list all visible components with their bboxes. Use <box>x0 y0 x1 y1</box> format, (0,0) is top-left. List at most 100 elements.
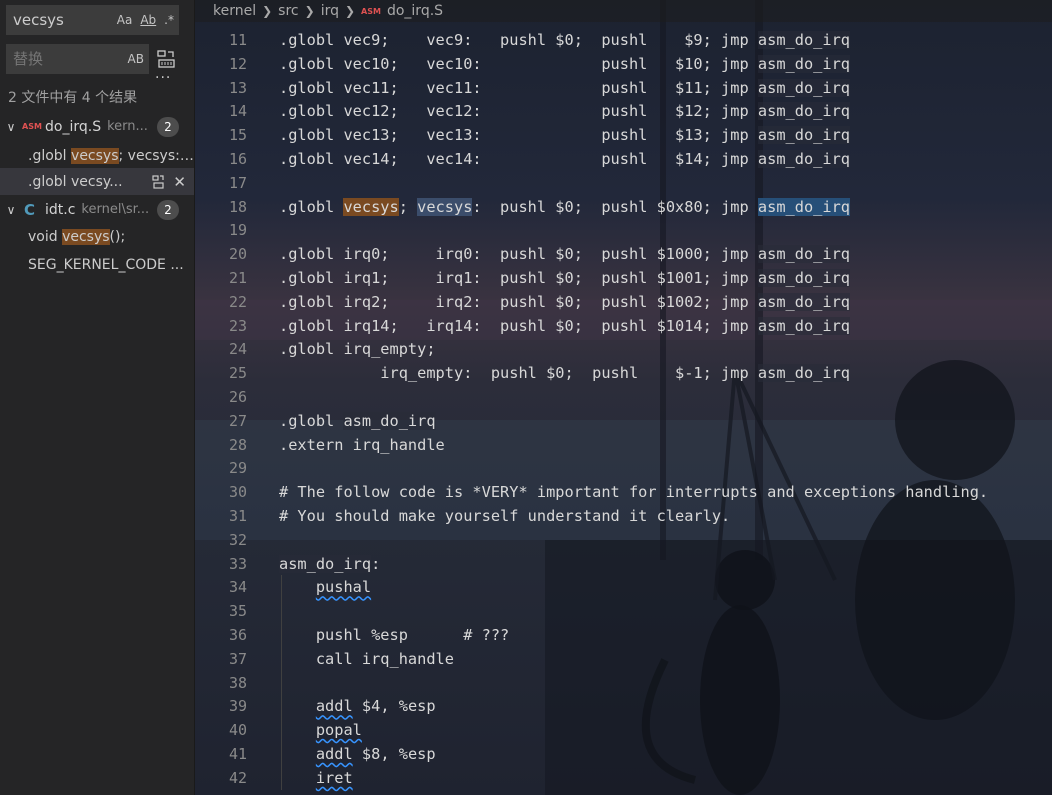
match-preview: void vecsys(); <box>28 228 126 245</box>
result-file-row[interactable]: ∨ ASM do_irq.S kern... 2 <box>0 113 194 140</box>
line-number: 11 <box>228 31 247 49</box>
line-number: 29 <box>228 459 247 478</box>
breadcrumb-file[interactable]: do_irq.S <box>387 3 443 19</box>
code-line[interactable]: pushal <box>279 575 371 599</box>
code-line[interactable]: .globl asm_do_irq <box>279 409 436 433</box>
line-number: 33 <box>228 554 247 573</box>
code-line[interactable]: irq_empty: pushl $0; pushl $-1; jmp asm_… <box>279 361 851 385</box>
match-count-badge: 2 <box>157 199 179 220</box>
asm-file-icon: ASM <box>22 122 42 131</box>
code-line[interactable]: .globl irq_empty; <box>279 337 436 361</box>
line-number: 30 <box>228 483 247 502</box>
asm-file-icon: ASM <box>361 6 381 16</box>
replace-input-box[interactable]: AB <box>6 44 149 74</box>
result-file-path: kernel\sr... <box>81 202 150 217</box>
match-preview: .globl vecsys; vecsys: ... <box>28 147 194 164</box>
more-options-icon[interactable]: ··· <box>155 71 171 85</box>
c-file-icon: C <box>24 200 36 219</box>
line-number: 41 <box>228 745 247 763</box>
code-line[interactable]: .globl vecsys; vecsys: pushl $0; pushl $… <box>279 195 851 219</box>
code-line[interactable]: addl $4, %esp <box>279 694 436 718</box>
line-number: 20 <box>228 245 247 264</box>
line-number: 42 <box>228 768 247 787</box>
preserve-case-toggle[interactable]: AB <box>124 52 148 66</box>
line-number: 14 <box>228 102 247 121</box>
line-number: 32 <box>228 530 247 549</box>
chevron-down-icon[interactable]: ∨ <box>0 120 22 134</box>
result-file-path: kern... <box>107 119 148 134</box>
code-line[interactable]: # You should make yourself understand it… <box>279 504 730 528</box>
line-number: 17 <box>228 173 247 192</box>
code-line[interactable]: .globl irq14; irq14: pushl $0; pushl $10… <box>279 314 851 338</box>
code-line[interactable]: .globl vec14; vec14: pushl $14; jmp asm_… <box>279 147 851 171</box>
match-preview: .globl vecsy... <box>28 173 123 190</box>
line-number: 24 <box>228 340 247 359</box>
line-number: 34 <box>228 578 247 597</box>
replace-all-icon[interactable] <box>155 48 177 70</box>
match-case-toggle[interactable]: Aa <box>113 13 137 27</box>
breadcrumb-item[interactable]: kernel <box>213 3 256 19</box>
line-number: 28 <box>228 435 247 454</box>
code-line[interactable]: .globl vec11; vec11: pushl $11; jmp asm_… <box>279 76 851 100</box>
result-file-name: do_irq.S <box>45 118 102 135</box>
code-line[interactable]: .globl irq0; irq0: pushl $0; pushl $1000… <box>279 242 851 266</box>
line-number: 25 <box>228 364 247 383</box>
breadcrumb-item[interactable]: irq <box>321 3 339 19</box>
result-summary: 2 文件中有 4 个结果 <box>8 90 138 106</box>
replace-match-icon[interactable] <box>151 174 165 190</box>
line-number: 15 <box>228 126 247 145</box>
line-number: 16 <box>228 150 247 168</box>
code-line[interactable]: .extern irq_handle <box>279 433 445 457</box>
line-number: 38 <box>228 673 247 692</box>
code-line[interactable]: iret <box>279 766 353 790</box>
code-line[interactable]: .globl vec13; vec13: pushl $13; jmp asm_… <box>279 123 851 147</box>
code-line[interactable]: popal <box>279 718 362 742</box>
whole-word-toggle[interactable]: Ab <box>136 13 160 27</box>
code-line[interactable]: asm_do_irq: <box>279 552 380 576</box>
line-number: 36 <box>228 626 247 644</box>
code-line[interactable]: call irq_handle <box>279 647 454 671</box>
search-sidebar: Aa Ab .* AB ··· 2 文件中有 4 个结果 ∨ ASM do_ir… <box>0 0 195 795</box>
line-number: 13 <box>228 78 247 97</box>
line-number: 22 <box>228 292 247 311</box>
line-number: 18 <box>228 197 247 216</box>
code-line[interactable]: addl $8, %esp <box>279 742 436 766</box>
replace-input[interactable] <box>7 50 124 68</box>
code-line[interactable]: .globl irq1; irq1: pushl $0; pushl $1001… <box>279 266 851 290</box>
chevron-right-icon: ❯ <box>262 4 273 18</box>
code-line[interactable]: .globl vec9; vec9: pushl $0; pushl $9; j… <box>279 28 851 52</box>
match-preview: SEG_KERNEL_CODE ... <box>28 256 184 273</box>
line-number: 40 <box>228 721 247 740</box>
code-line[interactable]: .globl vec10; vec10: pushl $10; jmp asm_… <box>279 52 851 76</box>
search-input-box[interactable]: Aa Ab .* <box>6 5 179 35</box>
line-number: 23 <box>228 316 247 335</box>
chevron-right-icon: ❯ <box>344 4 356 18</box>
result-match-row-selected[interactable]: .globl vecsy... ✕ <box>0 168 194 195</box>
code-line[interactable]: .globl vec12; vec12: pushl $12; jmp asm_… <box>279 99 851 123</box>
code-editor[interactable]: kernel ❯ src ❯ irq ❯ ASM do_irq.S 11 .glo… <box>195 0 1052 795</box>
code-line[interactable]: pushl %esp # ??? <box>279 623 509 647</box>
code-line[interactable]: .globl irq2; irq2: pushl $0; pushl $1002… <box>279 290 851 314</box>
dismiss-match-icon[interactable]: ✕ <box>173 173 186 191</box>
result-file-name: idt.c <box>45 201 76 218</box>
chevron-down-icon[interactable]: ∨ <box>0 203 22 217</box>
line-number: 31 <box>228 507 247 525</box>
breadcrumb-item[interactable]: src <box>278 3 298 19</box>
search-input[interactable] <box>7 11 113 29</box>
line-number: 21 <box>228 269 247 287</box>
line-number: 27 <box>228 411 247 430</box>
indent-guide <box>281 575 282 790</box>
result-match-row[interactable]: .globl vecsys; vecsys: ... <box>0 142 194 169</box>
result-file-row[interactable]: ∨ C idt.c kernel\sr... 2 <box>0 196 194 223</box>
line-number: 35 <box>228 602 247 621</box>
breadcrumb: kernel ❯ src ❯ irq ❯ ASM do_irq.S <box>195 0 1052 22</box>
regex-toggle[interactable]: .* <box>160 13 178 27</box>
line-number: 12 <box>228 54 247 73</box>
result-match-row[interactable]: void vecsys(); <box>0 223 194 250</box>
line-number: 19 <box>228 221 247 240</box>
chevron-right-icon: ❯ <box>304 4 315 18</box>
code-line[interactable]: # The follow code is *VERY* important fo… <box>279 480 988 504</box>
line-number: 26 <box>228 388 247 406</box>
line-number: 39 <box>228 697 247 716</box>
result-match-row[interactable]: SEG_KERNEL_CODE ... <box>0 251 194 278</box>
